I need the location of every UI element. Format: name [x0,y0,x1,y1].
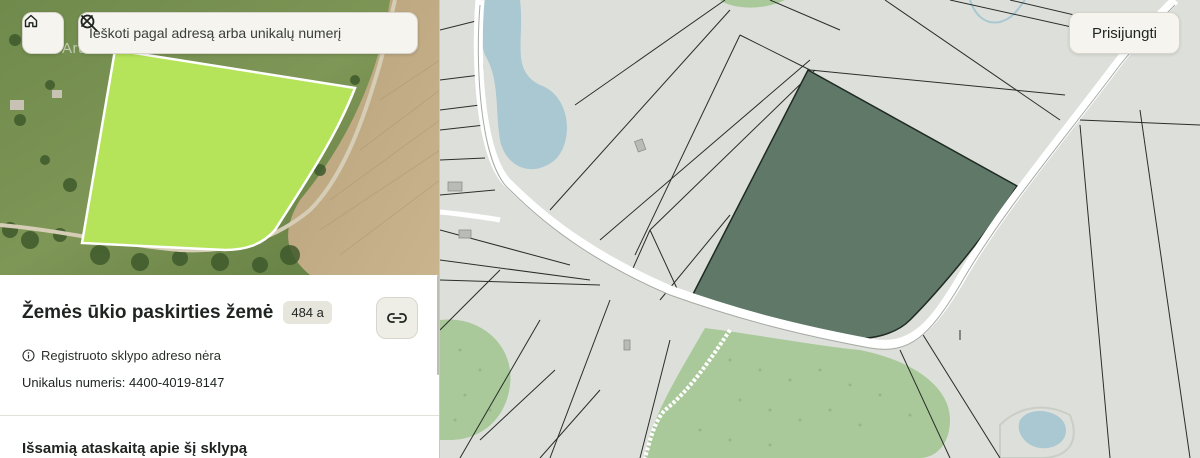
cadastral-map[interactable]: Prisijungti [440,0,1200,458]
map-canvas[interactable] [440,0,1200,458]
unique-number: 4400-4019-8147 [128,375,225,390]
parcel-info: Žemės ūkio paskirties žemė 484 a Registr… [0,275,439,458]
close-icon [81,15,93,27]
link-icon [387,313,407,323]
title-row: Žemės ūkio paskirties žemė 484 a [22,301,332,324]
scrollbar[interactable] [437,275,439,375]
home-button[interactable] [22,12,64,54]
address-row: Registruoto sklypo adreso nėra [22,348,221,363]
search-input[interactable] [89,25,345,41]
clear-search-button[interactable] [81,15,409,49]
detailed-report-link[interactable]: Išsamią ataskaitą apie šį sklypą [22,440,247,457]
divider [0,415,439,416]
area-badge: 484 a [283,301,332,324]
aerial-photo: Aruodas.lt [0,0,439,275]
parcel-title: Žemės ūkio paskirties žemė [22,301,274,323]
parcel-panel: Aruodas.lt Žemės ūkio paskirties [0,0,440,458]
copy-link-button[interactable] [376,297,418,339]
login-button[interactable]: Prisijungti [1068,12,1180,54]
unique-number-row: Unikalus numeris: 4400-4019-8147 [22,375,224,390]
search-button[interactable] [80,14,377,49]
info-icon [22,349,35,362]
home-icon [24,14,38,28]
unique-number-label: Unikalus numeris: [22,375,126,390]
search-bar [78,12,418,54]
address-note: Registruoto sklypo adreso nėra [41,348,221,363]
